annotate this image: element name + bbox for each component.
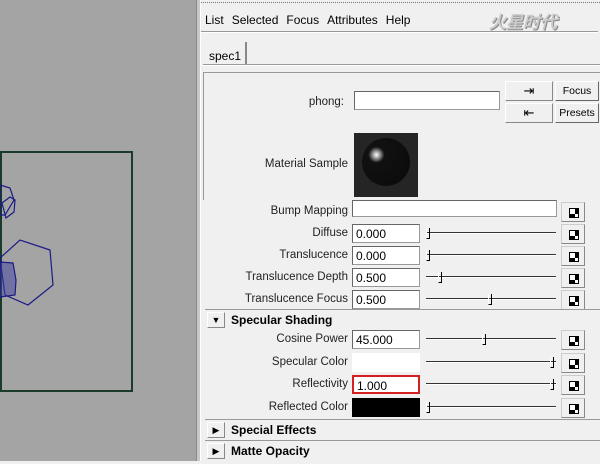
- bump-mapping-label: Bump Mapping: [270, 205, 348, 217]
- slider-handle[interactable]: [438, 272, 443, 283]
- checker-map-icon: [569, 274, 579, 284]
- slider-handle[interactable]: [426, 401, 430, 413]
- reflectivity-slider[interactable]: [426, 379, 556, 390]
- wireframe-objects: [0, 184, 54, 306]
- translucence-focus-label: Translucence Focus: [244, 293, 348, 305]
- translucence-depth-slider[interactable]: [426, 272, 556, 283]
- menu-selected[interactable]: Selected: [228, 13, 283, 27]
- slider-handle[interactable]: [550, 379, 554, 390]
- cosine-power-input[interactable]: 45.000: [352, 330, 420, 349]
- material-sample-label: Material Sample: [264, 158, 348, 170]
- focus-button[interactable]: Focus: [555, 81, 599, 101]
- diffuse-slider[interactable]: [426, 228, 556, 239]
- diffuse-input[interactable]: 0.000: [352, 224, 420, 243]
- input-connection-icon: ⇥: [523, 83, 535, 98]
- attribute-editor: List Selected Focus Attributes Help 火星时代…: [201, 0, 600, 461]
- menu-list[interactable]: List: [201, 13, 228, 27]
- cosine-power-map-button[interactable]: [561, 330, 585, 350]
- menu-bar: List Selected Focus Attributes Help: [201, 13, 414, 27]
- tab-spec1[interactable]: spec1: [205, 42, 247, 66]
- checker-map-icon: [569, 296, 579, 306]
- diffuse-label: Diffuse: [312, 227, 348, 239]
- slider-track: [426, 254, 556, 256]
- translucence-depth-label: Translucence Depth: [245, 271, 349, 283]
- tear-off-handle[interactable]: [201, 2, 600, 4]
- reflectivity-input[interactable]: 1.000: [352, 375, 420, 394]
- translucence-focus-map-button[interactable]: [561, 290, 585, 310]
- specular-color-map-button[interactable]: [561, 352, 585, 373]
- slider-track: [426, 360, 556, 363]
- special-effects-section[interactable]: ▶ Special Effects: [205, 419, 600, 439]
- camera-frame: [0, 151, 133, 392]
- material-sphere: [362, 138, 410, 186]
- slider-handle[interactable]: [488, 294, 492, 305]
- specular-color-label: Specular Color: [271, 355, 348, 368]
- node-name-input[interactable]: [354, 91, 500, 110]
- checker-map-icon: [569, 230, 579, 240]
- input-connections-button[interactable]: ⇥: [505, 81, 553, 101]
- collapse-arrow-icon[interactable]: ▼: [207, 312, 225, 328]
- slider-track: [426, 232, 556, 234]
- reflected-color-slider[interactable]: [426, 401, 556, 413]
- menu-focus[interactable]: Focus: [282, 13, 323, 27]
- translucence-depth-map-button[interactable]: [561, 268, 585, 288]
- section-title: Specular Shading: [231, 313, 333, 327]
- section-title: Special Effects: [231, 423, 317, 437]
- output-connections-button[interactable]: ⇤: [505, 103, 553, 123]
- slider-handle[interactable]: [481, 334, 486, 345]
- expand-arrow-icon[interactable]: ▶: [207, 422, 225, 438]
- bump-mapping-input[interactable]: [352, 200, 557, 217]
- checker-map-icon: [569, 336, 579, 346]
- watermark-logo: 火星时代: [489, 13, 557, 32]
- translucence-slider[interactable]: [426, 250, 556, 261]
- slider-track: [426, 276, 556, 278]
- expand-arrow-icon[interactable]: ▶: [207, 443, 225, 459]
- node-header: phong: ⇥ ⇤ Focus Presets Material Sample: [203, 72, 600, 200]
- cosine-power-slider[interactable]: [426, 334, 556, 345]
- menu-attributes[interactable]: Attributes: [323, 13, 382, 27]
- presets-button[interactable]: Presets: [555, 103, 599, 123]
- translucence-input[interactable]: 0.000: [352, 246, 420, 265]
- reflectivity-map-button[interactable]: [561, 375, 585, 395]
- slider-handle[interactable]: [426, 228, 430, 239]
- output-connection-icon: ⇤: [523, 105, 535, 120]
- reflected-color-swatch[interactable]: [352, 397, 420, 417]
- cosine-power-label: Cosine Power: [276, 333, 348, 345]
- slider-handle[interactable]: [550, 356, 554, 368]
- slider-track: [426, 383, 556, 385]
- translucence-focus-input[interactable]: 0.500: [352, 290, 420, 309]
- specular-color-slider[interactable]: [426, 356, 556, 368]
- bump-mapping-map-button[interactable]: [561, 202, 585, 222]
- translucence-label: Translucence: [279, 249, 348, 261]
- translucence-map-button[interactable]: [561, 246, 585, 266]
- node-type-label: phong:: [308, 96, 344, 108]
- slider-track: [426, 338, 556, 340]
- reflected-color-label: Reflected Color: [268, 400, 348, 413]
- specular-color-swatch[interactable]: [352, 352, 420, 372]
- checker-map-icon: [569, 358, 579, 369]
- translucence-focus-slider[interactable]: [426, 294, 556, 305]
- section-title: Matte Opacity: [231, 444, 310, 458]
- material-sample-swatch: [354, 133, 418, 197]
- menu-help[interactable]: Help: [382, 13, 415, 27]
- translucence-depth-input[interactable]: 0.500: [352, 268, 420, 287]
- reflectivity-label: Reflectivity: [292, 378, 348, 390]
- checker-map-icon: [569, 252, 579, 262]
- checker-map-icon: [569, 208, 579, 218]
- diffuse-map-button[interactable]: [561, 224, 585, 244]
- matte-opacity-section[interactable]: ▶ Matte Opacity: [205, 440, 600, 460]
- reflected-color-map-button[interactable]: [561, 397, 585, 418]
- specular-shading-section[interactable]: ▼ Specular Shading: [205, 309, 600, 329]
- slider-track: [426, 405, 556, 408]
- checker-map-icon: [569, 381, 579, 391]
- checker-map-icon: [569, 403, 579, 414]
- slider-handle[interactable]: [426, 250, 430, 261]
